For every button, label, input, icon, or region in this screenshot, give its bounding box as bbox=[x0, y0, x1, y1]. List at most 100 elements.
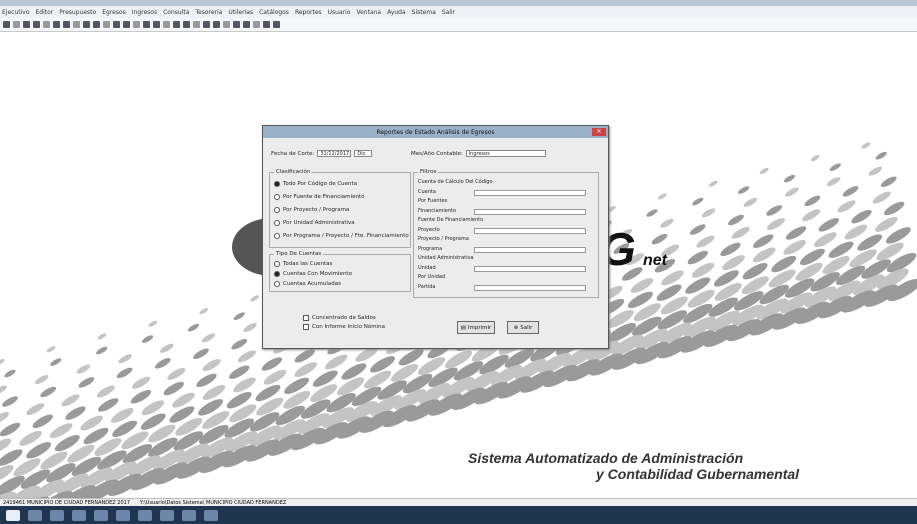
clasificacion-option[interactable]: Por Programa / Proyecto / Fte. Financiam… bbox=[274, 233, 409, 239]
toolbar-icon[interactable] bbox=[173, 21, 180, 28]
wave-mark bbox=[96, 385, 115, 398]
clasificacion-label: Por Fuente de Financiamiento bbox=[283, 194, 365, 200]
toolbar-icon[interactable] bbox=[253, 21, 260, 28]
wave-mark bbox=[785, 187, 799, 197]
toolbar-icon[interactable] bbox=[133, 21, 140, 28]
wave-mark bbox=[46, 346, 56, 353]
toolbar-icon[interactable] bbox=[193, 21, 200, 28]
toolbar-icon[interactable] bbox=[163, 21, 170, 28]
toolbar-icon[interactable] bbox=[13, 21, 20, 28]
wave-mark bbox=[118, 354, 132, 364]
wave-mark bbox=[201, 333, 216, 343]
clasificacion-option[interactable]: Por Unidad Administrativa bbox=[274, 220, 355, 226]
toolbar-icon[interactable] bbox=[233, 21, 240, 28]
menu-item[interactable]: Ventana bbox=[356, 9, 381, 16]
filtro-input[interactable] bbox=[474, 208, 586, 215]
mes-select[interactable]: Dic bbox=[354, 150, 373, 157]
toolbar-icon[interactable] bbox=[263, 21, 270, 28]
salir-label: Salir bbox=[520, 324, 533, 331]
wave-mark bbox=[116, 367, 133, 379]
toolbar-icon[interactable] bbox=[123, 21, 130, 28]
tipo-label: Todas las Cuentas bbox=[283, 261, 333, 267]
toolbar-icon[interactable] bbox=[273, 21, 280, 28]
tipo-option[interactable]: Cuentas Acumuladas bbox=[274, 281, 341, 287]
filtro-input[interactable] bbox=[474, 284, 586, 291]
menu-item[interactable]: Reportes bbox=[295, 9, 322, 16]
menu-item[interactable]: Consulta bbox=[163, 9, 189, 16]
clasificacion-option[interactable]: Todo Por Código de Cuenta bbox=[274, 181, 357, 187]
clasificacion-label: Por Programa / Proyecto / Fte. Financiam… bbox=[283, 233, 409, 239]
check-option[interactable]: Con Informe Inicio Nómina bbox=[303, 324, 385, 330]
menu-item[interactable]: Salir bbox=[442, 9, 455, 16]
menu-item[interactable]: Ejecutivo bbox=[2, 9, 30, 16]
toolbar-icon[interactable] bbox=[83, 21, 90, 28]
taskbar-app-icon[interactable] bbox=[116, 509, 130, 521]
menu-item[interactable]: Egresos bbox=[102, 9, 126, 16]
toolbar-icon[interactable] bbox=[223, 21, 230, 28]
salir-button[interactable]: ⊗ Salir bbox=[507, 321, 539, 334]
mes-contable-input[interactable]: Ingresos bbox=[465, 150, 546, 157]
menu-item[interactable]: Sistema bbox=[412, 9, 436, 16]
toolbar-icon[interactable] bbox=[3, 21, 10, 28]
toolbar-icon[interactable] bbox=[243, 21, 250, 28]
start-button[interactable] bbox=[6, 509, 20, 521]
wave-mark bbox=[76, 364, 91, 374]
toolbar-icon[interactable] bbox=[63, 21, 70, 28]
taskbar-app-icon[interactable] bbox=[50, 509, 64, 521]
tipo-option[interactable]: Todas las Cuentas bbox=[274, 261, 332, 267]
status-entity: 2419461 MUNICIPIO DE CIUDAD FERNANDEZ 20… bbox=[3, 499, 131, 506]
filtro-label: Fuente De Financiamiento bbox=[418, 217, 484, 223]
wave-mark bbox=[810, 155, 820, 162]
filtro-input[interactable] bbox=[474, 189, 586, 196]
toolbar-icon[interactable] bbox=[103, 21, 110, 28]
fecha-input[interactable]: 31/12/2017 bbox=[317, 150, 352, 157]
toolbar-icon[interactable] bbox=[143, 21, 150, 28]
toolbar-icon[interactable] bbox=[23, 21, 30, 28]
wave-mark bbox=[844, 224, 868, 240]
toolbar-icon[interactable] bbox=[153, 21, 160, 28]
wave-mark bbox=[159, 343, 174, 353]
checkbox-icon bbox=[303, 324, 309, 330]
menu-item[interactable]: Editor bbox=[36, 9, 54, 16]
check-option[interactable]: Concentrado de Saldos bbox=[303, 315, 376, 321]
taskbar-app-icon[interactable] bbox=[204, 509, 218, 521]
menu-item[interactable]: Presupuesto bbox=[59, 9, 96, 16]
toolbar-icon[interactable] bbox=[183, 21, 190, 28]
toolbar-icon[interactable] bbox=[53, 21, 60, 28]
close-icon[interactable]: ✕ bbox=[592, 128, 606, 136]
taskbar-app-icon[interactable] bbox=[138, 509, 152, 521]
menu-item[interactable]: Utilerías bbox=[228, 9, 253, 16]
radio-icon bbox=[274, 220, 280, 226]
taskbar-app-icon[interactable] bbox=[160, 509, 174, 521]
wave-mark bbox=[738, 186, 750, 194]
toolbar-icon[interactable] bbox=[73, 21, 80, 28]
toolbar-icon[interactable] bbox=[43, 21, 50, 28]
filtro-input[interactable] bbox=[474, 227, 586, 234]
taskbar-app-icon[interactable] bbox=[28, 509, 42, 521]
clasificacion-option[interactable]: Por Proyecto / Programa bbox=[274, 207, 349, 213]
radio-icon bbox=[274, 233, 280, 239]
toolbar-icon[interactable] bbox=[213, 21, 220, 28]
clasificacion-option[interactable]: Por Fuente de Financiamiento bbox=[274, 194, 364, 200]
toolbar-icon[interactable] bbox=[203, 21, 210, 28]
menu-item[interactable]: Ingresos bbox=[132, 9, 157, 16]
toolbar-icon[interactable] bbox=[33, 21, 40, 28]
taskbar-app-icon[interactable] bbox=[94, 509, 108, 521]
wave-mark bbox=[167, 367, 186, 380]
taskbar-app-icon[interactable] bbox=[182, 509, 196, 521]
wave-mark bbox=[4, 369, 16, 378]
menu-item[interactable]: Ayuda bbox=[387, 9, 406, 16]
menu-item[interactable]: Catálogos bbox=[259, 9, 289, 16]
tipo-option[interactable]: Cuentas Con Movimiento bbox=[274, 271, 352, 277]
toolbar-icon[interactable] bbox=[113, 21, 120, 28]
toolbar-icon[interactable] bbox=[93, 21, 100, 28]
filtro-input[interactable] bbox=[474, 246, 586, 253]
imprimir-button[interactable]: ▤ Imprimir bbox=[457, 321, 495, 334]
wave-mark bbox=[196, 373, 217, 388]
filtro-input[interactable] bbox=[474, 265, 586, 272]
filtros-group: Filtros Cuenta de Cálculo Del Código Cuen… bbox=[413, 169, 599, 298]
wave-mark bbox=[26, 403, 45, 416]
menu-item[interactable]: Usuario bbox=[328, 9, 351, 16]
menu-item[interactable]: Tesorería bbox=[195, 9, 222, 16]
taskbar-app-icon[interactable] bbox=[72, 509, 86, 521]
